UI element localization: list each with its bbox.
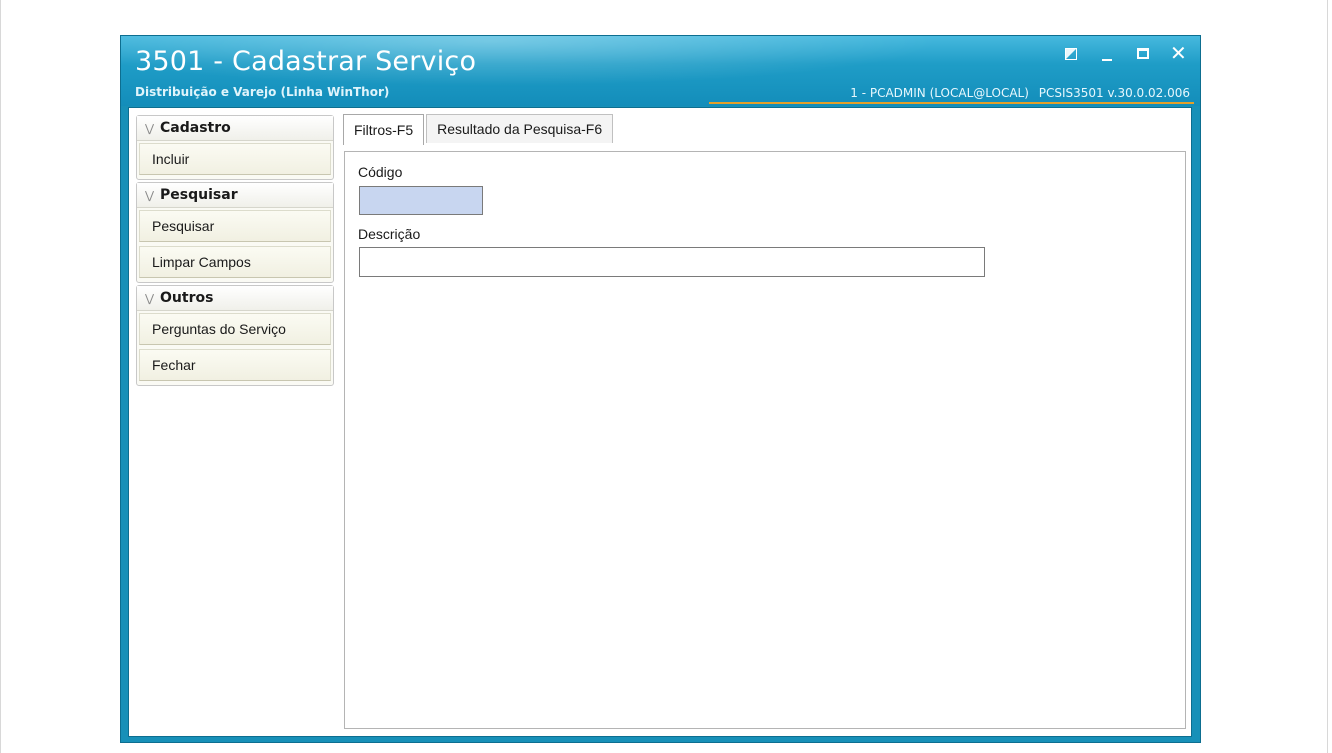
- sidebar-item-limpar-campos[interactable]: Limpar Campos: [139, 246, 331, 278]
- sidebar-group-cadastro: ⋁ Cadastro Incluir: [136, 115, 334, 180]
- title-bar[interactable]: 3501 - Cadastrar Serviço Distribuição e …: [121, 36, 1200, 106]
- maximize-button[interactable]: [1134, 45, 1152, 63]
- client-area: ⋁ Cadastro Incluir ⋁ Pesquisar Pesquisar…: [128, 107, 1192, 737]
- sidebar-group-outros: ⋁ Outros Perguntas do Serviço Fechar: [136, 285, 334, 386]
- sidebar-group-pesquisar: ⋁ Pesquisar Pesquisar Limpar Campos: [136, 182, 334, 283]
- group-label: Cadastro: [160, 120, 231, 136]
- group-label: Outros: [160, 290, 214, 306]
- tab-bar: Filtros-F5 Resultado da Pesquisa-F6: [343, 114, 615, 145]
- descricao-label: Descrição: [358, 226, 421, 242]
- descricao-input[interactable]: [359, 247, 985, 277]
- sidebar-item-incluir[interactable]: Incluir: [139, 143, 331, 175]
- group-label: Pesquisar: [160, 187, 238, 203]
- group-header-pesquisar[interactable]: ⋁ Pesquisar: [137, 183, 333, 208]
- group-header-cadastro[interactable]: ⋁ Cadastro: [137, 116, 333, 141]
- group-header-outros[interactable]: ⋁ Outros: [137, 286, 333, 311]
- window-title: 3501 - Cadastrar Serviço: [135, 46, 477, 77]
- sidebar: ⋁ Cadastro Incluir ⋁ Pesquisar Pesquisar…: [136, 115, 334, 388]
- close-icon: ✕: [1170, 41, 1187, 65]
- restore-frame-icon: [1065, 48, 1077, 60]
- close-button[interactable]: ✕: [1170, 41, 1188, 65]
- codigo-label: Código: [358, 164, 403, 180]
- page-border-left: [0, 0, 1, 753]
- status-info: 1 - PCADMIN (LOCAL@LOCAL) PCSIS3501 v.30…: [844, 86, 1190, 100]
- chevron-down-icon: ⋁: [145, 188, 155, 202]
- maximize-icon: [1137, 48, 1149, 59]
- program-version: PCSIS3501 v.30.0.02.006: [1038, 86, 1190, 100]
- restore-button[interactable]: [1062, 45, 1080, 63]
- sidebar-item-fechar[interactable]: Fechar: [139, 349, 331, 381]
- window-controls: ✕: [1062, 41, 1188, 65]
- sidebar-item-perguntas[interactable]: Perguntas do Serviço: [139, 313, 331, 345]
- sidebar-item-pesquisar[interactable]: Pesquisar: [139, 210, 331, 242]
- chevron-down-icon: ⋁: [145, 121, 155, 135]
- tab-resultado[interactable]: Resultado da Pesquisa-F6: [426, 114, 614, 143]
- minimize-icon: [1102, 59, 1112, 61]
- minimize-button[interactable]: [1098, 45, 1116, 63]
- app-window: 3501 - Cadastrar Serviço Distribuição e …: [120, 35, 1201, 743]
- accent-line: [709, 102, 1194, 104]
- chevron-down-icon: ⋁: [145, 291, 155, 305]
- filters-panel: Código Descrição: [344, 151, 1186, 729]
- tab-filtros[interactable]: Filtros-F5: [343, 114, 425, 145]
- window-subtitle: Distribuição e Varejo (Linha WinThor): [135, 85, 390, 99]
- page-border-right: [1327, 0, 1328, 753]
- codigo-input[interactable]: [359, 186, 483, 215]
- user-info: 1 - PCADMIN (LOCAL@LOCAL): [850, 86, 1029, 100]
